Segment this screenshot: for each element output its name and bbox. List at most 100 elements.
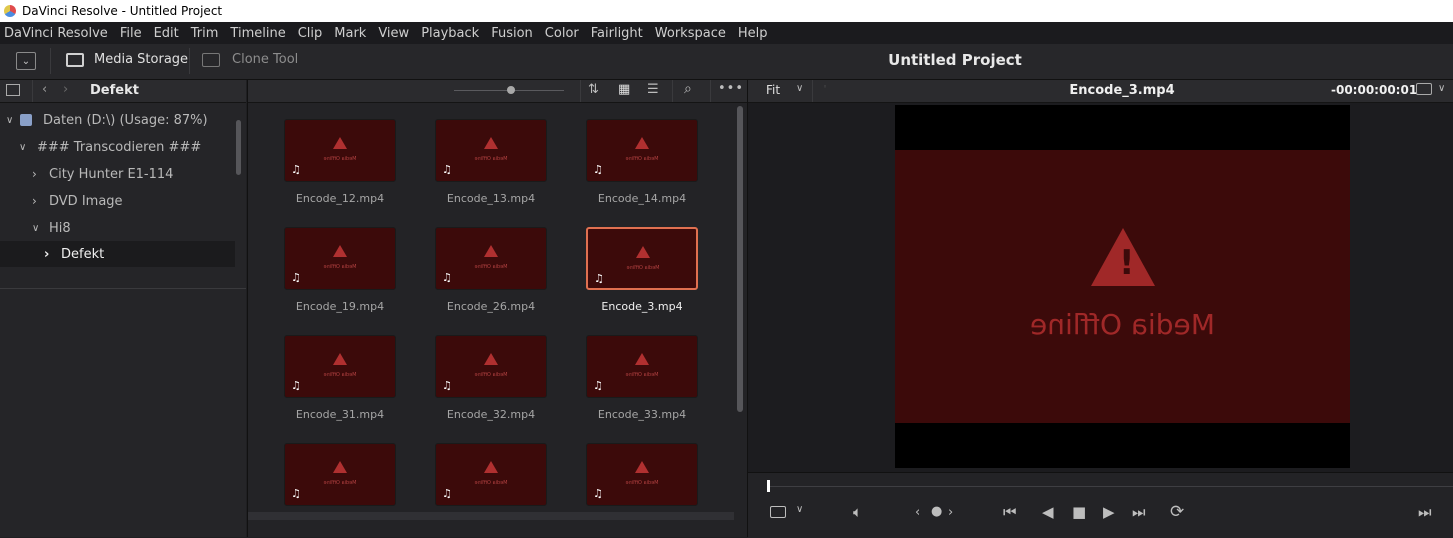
chevron-down-icon[interactable]: ∨ — [32, 223, 49, 234]
clip-mode-icon[interactable] — [770, 506, 786, 518]
chevron-down-icon[interactable]: ∨ — [1438, 83, 1445, 94]
viewer-options-icon[interactable] — [1416, 83, 1432, 95]
clip-name: Encode_26.mp4 — [446, 300, 536, 313]
next-frame-icon[interactable]: ⏭ — [1418, 503, 1432, 521]
sort-icon[interactable]: ⇅ — [588, 82, 599, 97]
clip-thumbnail[interactable]: Media Offline ♫ — [435, 443, 547, 516]
stop-icon[interactable]: ■ — [1072, 503, 1086, 521]
chevron-down-icon[interactable]: ∨ — [19, 142, 37, 153]
loop-icon[interactable]: ⟳ — [1170, 502, 1184, 522]
skip-to-end-icon[interactable]: ⏭ — [1132, 503, 1146, 521]
chevron-right-icon[interactable]: › — [32, 167, 49, 181]
offline-thumbnail: Media Offline ♫ — [435, 227, 547, 290]
chevron-down-icon[interactable]: ∨ — [796, 504, 803, 515]
menu-timeline[interactable]: Timeline — [225, 26, 292, 41]
play-icon[interactable]: ▶ — [1103, 503, 1115, 521]
tree-item-city-hunter[interactable]: › City Hunter E1-114 — [0, 161, 235, 187]
chevron-right-icon[interactable]: › — [32, 194, 49, 208]
toolbar-divider — [50, 48, 51, 74]
search-icon[interactable]: ⌕ — [684, 81, 692, 97]
tree-item-hi8[interactable]: ∨ Hi8 — [0, 215, 235, 241]
menu-color[interactable]: Color — [540, 26, 586, 41]
tree-item-drive-d[interactable]: ∨ Daten (D:\) (Usage: 87%) — [0, 107, 235, 133]
media-offline-mini-text: Media Offline — [474, 480, 508, 486]
menu-file[interactable]: File — [115, 26, 149, 41]
chevron-right-icon[interactable]: › — [44, 247, 61, 262]
media-offline-mini-text: Media Offline — [625, 156, 659, 162]
back-arrow-icon[interactable]: ‹ — [42, 82, 47, 97]
clip-thumbnail-selected[interactable]: Media Offline ♫ Encode_3.mp4 — [586, 227, 698, 313]
tree-scrollbar[interactable] — [236, 120, 241, 175]
audio-note-icon: ♫ — [291, 271, 301, 284]
clip-thumbnail[interactable]: Media Offline ♫ Encode_26.mp4 — [435, 227, 547, 313]
clip-thumbnail[interactable]: Media Offline ♫ Encode_32.mp4 — [435, 335, 547, 421]
jog-dot-icon[interactable]: ● — [931, 504, 942, 519]
clip-thumbnail[interactable]: Media Offline ♫ Encode_33.mp4 — [586, 335, 698, 421]
menu-davinci-resolve[interactable]: DaVinci Resolve — [0, 26, 115, 41]
chevron-down-icon[interactable]: ∨ — [6, 115, 20, 126]
media-offline-mini-text: Media Offline — [474, 372, 508, 378]
warning-icon — [333, 353, 347, 365]
clip-thumbnail[interactable]: Media Offline ♫ Encode_31.mp4 — [284, 335, 396, 421]
menu-playback[interactable]: Playback — [416, 26, 486, 41]
transport-controls: ∨ 🔈︎ ‹ ● › ⏮ ◀ ■ ▶ ⏭ ⟳ ⏭ — [748, 472, 1453, 538]
menu-mark[interactable]: Mark — [329, 26, 373, 41]
warning-icon — [333, 245, 347, 257]
clip-thumbnail[interactable]: Media Offline ♫ Encode_14.mp4 — [586, 119, 698, 205]
menu-workspace[interactable]: Workspace — [650, 26, 733, 41]
clip-thumbnail[interactable]: Media Offline ♫ Encode_13.mp4 — [435, 119, 547, 205]
menu-view[interactable]: View — [373, 26, 416, 41]
offline-thumbnail: Media Offline ♫ — [586, 227, 698, 290]
forward-arrow-icon[interactable]: › — [63, 82, 68, 97]
exclamation-icon: ! — [1119, 243, 1135, 283]
audio-note-icon: ♫ — [442, 487, 452, 500]
audio-note-icon: ♫ — [442, 163, 452, 176]
audio-note-icon: ♫ — [291, 487, 301, 500]
timecode-display[interactable]: -00:00:00:01 — [1331, 83, 1417, 97]
more-options-icon[interactable]: ••• — [718, 81, 744, 96]
tree-item-defekt[interactable]: › Defekt — [0, 241, 235, 267]
media-pool-panel: ⇅ ▦ ☰ ⌕ ••• Media Offline ♫ Encode_12.mp4… — [247, 80, 747, 537]
play-reverse-icon[interactable]: ◀ — [1042, 503, 1054, 521]
clip-grid-scrollbar[interactable] — [737, 106, 743, 412]
clip-thumbnail[interactable]: Media Offline ♫ Encode_12.mp4 — [284, 119, 396, 205]
jog-right-icon[interactable]: › — [948, 505, 953, 520]
list-view-icon[interactable]: ☰ — [647, 82, 659, 97]
drive-icon — [20, 114, 32, 126]
viewer-frame[interactable]: ! Media Offline — [895, 105, 1350, 468]
volume-icon[interactable]: 🔈︎ — [853, 503, 862, 521]
media-storage-button[interactable]: Media Storage — [66, 52, 188, 67]
header-divider — [710, 80, 711, 102]
menu-clip[interactable]: Clip — [293, 26, 330, 41]
media-offline-mini-text: Media Offline — [323, 372, 357, 378]
clone-tool-label: Clone Tool — [232, 52, 299, 67]
clip-thumbnail[interactable]: Media Offline ♫ — [284, 443, 396, 516]
menu-edit[interactable]: Edit — [149, 26, 186, 41]
menu-fusion[interactable]: Fusion — [486, 26, 540, 41]
offline-thumbnail: Media Offline ♫ — [284, 335, 396, 398]
jog-left-icon[interactable]: ‹ — [915, 505, 920, 520]
audio-note-icon: ♫ — [291, 163, 301, 176]
menu-fairlight[interactable]: Fairlight — [586, 26, 650, 41]
scrub-bar[interactable] — [768, 486, 1453, 487]
tree-item-label: Defekt — [61, 246, 105, 262]
skip-to-start-icon[interactable]: ⏮ — [1003, 503, 1017, 521]
menu-help[interactable]: Help — [733, 26, 775, 41]
clip-thumbnail[interactable]: Media Offline ♫ — [586, 443, 698, 516]
grid-view-icon[interactable]: ▦ — [618, 82, 630, 97]
clip-thumbnail[interactable]: Media Offline ♫ Encode_19.mp4 — [284, 227, 396, 313]
sidebar-toggle-icon[interactable] — [6, 84, 20, 96]
window-titlebar: DaVinci Resolve - Untitled Project — [0, 0, 1453, 22]
media-storage-tree-panel: ‹ › Defekt ∨ Daten (D:\) (Usage: 87%) ∨ … — [0, 80, 246, 537]
clone-tool-button[interactable]: Clone Tool — [202, 52, 298, 67]
panel-toggle-icon[interactable]: ⌄ — [16, 52, 36, 70]
slider-handle[interactable] — [507, 86, 515, 94]
playhead[interactable] — [767, 480, 770, 492]
tree-item-dvd-image[interactable]: › DVD Image — [0, 188, 235, 214]
window-controls[interactable] — [1293, 0, 1453, 22]
warning-icon — [635, 137, 649, 149]
tree-panel-header: ‹ › Defekt — [0, 80, 246, 103]
tree-item-transcodieren[interactable]: ∨ ### Transcodieren ### — [0, 134, 235, 160]
menu-trim[interactable]: Trim — [186, 26, 226, 41]
warning-icon — [635, 353, 649, 365]
